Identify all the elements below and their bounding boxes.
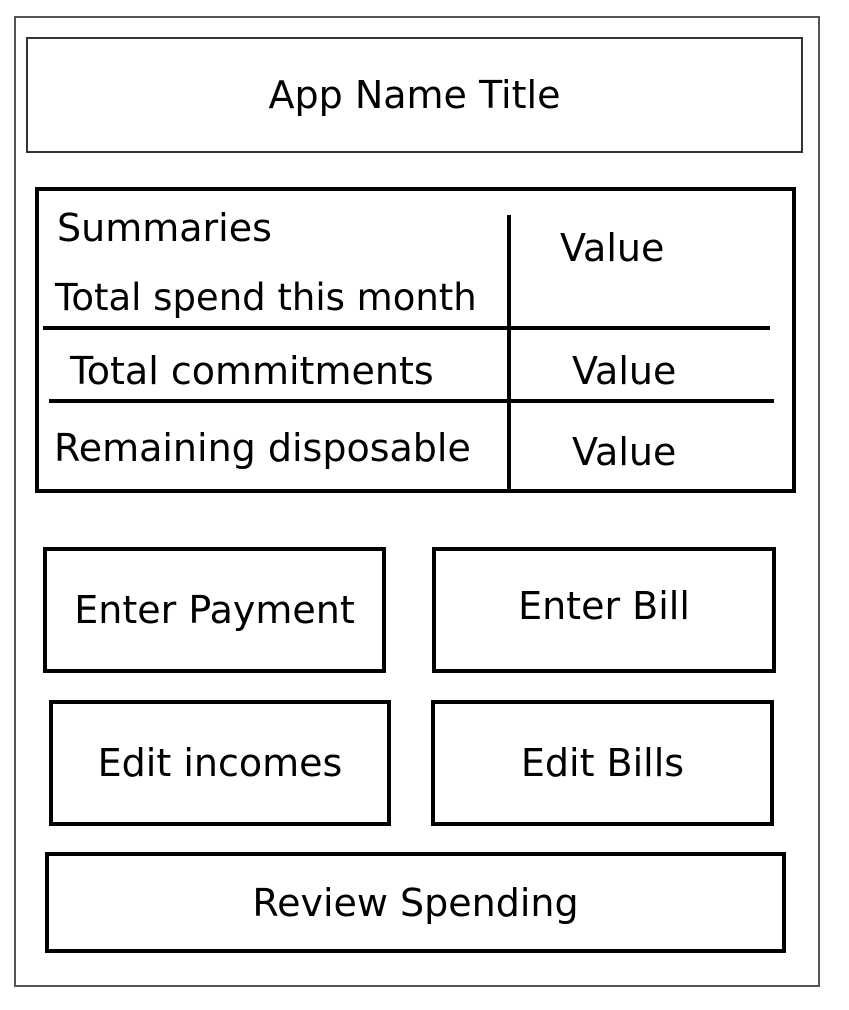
summary-label-remaining-disposable: Remaining disposable: [54, 426, 471, 470]
summary-value-total-commitments: Value: [572, 349, 677, 393]
edit-incomes-label: Edit incomes: [97, 741, 343, 785]
enter-bill-label: Enter Bill: [518, 584, 690, 628]
summary-column-divider: [507, 215, 511, 489]
edit-incomes-button[interactable]: Edit incomes: [49, 700, 391, 826]
app-frame: [14, 16, 820, 987]
summary-label-total-spend: Total spend this month: [55, 276, 477, 319]
summary-row-divider-2: [49, 399, 774, 403]
edit-bills-button[interactable]: Edit Bills: [431, 700, 774, 826]
summary-value-remaining-disposable: Value: [572, 430, 677, 474]
app-title: App Name Title: [268, 73, 561, 117]
summary-label-total-commitments: Total commitments: [70, 349, 434, 393]
review-spending-label: Review Spending: [252, 880, 579, 925]
enter-payment-button[interactable]: Enter Payment: [43, 547, 386, 673]
enter-payment-label: Enter Payment: [74, 588, 355, 632]
app-title-bar: App Name Title: [26, 37, 803, 153]
summary-header: Summaries: [57, 206, 272, 250]
review-spending-button[interactable]: Review Spending: [45, 852, 786, 953]
summary-value-total-spend: Value: [560, 226, 665, 270]
enter-bill-button[interactable]: Enter Bill: [432, 547, 776, 673]
edit-bills-label: Edit Bills: [520, 741, 685, 785]
summary-row-divider-1: [43, 326, 770, 330]
